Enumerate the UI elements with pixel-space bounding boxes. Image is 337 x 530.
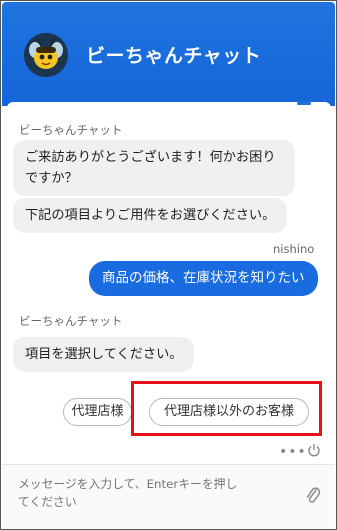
scroll-indicator[interactable] — [297, 102, 311, 105]
paperclip-icon[interactable] — [305, 485, 321, 507]
sender-name: ビーちゃんチャット — [19, 123, 123, 137]
sender-name: nishino — [273, 242, 315, 256]
user-message-bubble: 商品の価格、在庫状況を知りたい — [89, 261, 318, 296]
composer — [2, 465, 335, 529]
choice-agency-button[interactable]: 代理店様 — [63, 398, 132, 426]
message-input[interactable] — [18, 475, 246, 511]
power-icon[interactable] — [307, 442, 321, 457]
chat-widget: ビーちゃんチャット ビーちゃんチャット ご来訪ありがとうございます！何かお困りで… — [0, 0, 337, 530]
sender-name: ビーちゃんチャット — [19, 314, 123, 328]
bee-icon — [24, 33, 68, 77]
bot-message-bubble: ご来訪ありがとうございます！何かお困りですか？ — [13, 140, 295, 196]
more-dots-icon[interactable]: ••• — [279, 444, 307, 460]
chat-controls: ••• — [1, 440, 336, 464]
chat-title: ビーちゃんチャット — [86, 45, 262, 67]
highlight-box — [131, 381, 322, 436]
bot-message-bubble: 下記の項目よりご用件をお選びください。 — [13, 198, 288, 233]
chat-header: ビーちゃんチャット — [2, 2, 335, 106]
bot-message-bubble: 項目を選択してください。 — [13, 337, 195, 372]
